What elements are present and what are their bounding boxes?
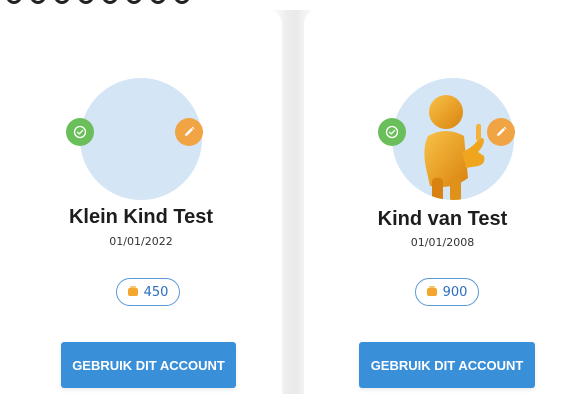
check-icon-glyph	[385, 125, 399, 139]
coin-amount: 900	[442, 284, 468, 300]
pencil-icon-glyph	[185, 126, 195, 136]
account-card-kind-van-test: Kind van Test 01/01/2008 900 GEBRUIK DIT…	[304, 10, 581, 394]
account-birthdate: 01/01/2022	[109, 235, 173, 248]
check-icon	[378, 118, 406, 146]
clipped-glyph	[30, 0, 46, 4]
clipped-glyph	[174, 0, 190, 4]
check-icon	[66, 118, 94, 146]
pencil-icon[interactable]	[487, 118, 515, 146]
account-birthdate: 01/01/2008	[410, 236, 475, 249]
coin-icon	[127, 286, 138, 296]
check-icon-glyph	[73, 125, 87, 139]
clipped-glyph	[78, 0, 94, 4]
clipped-glyph	[126, 0, 142, 4]
pencil-icon-glyph	[497, 126, 507, 136]
account-name: Kind van Test	[377, 208, 508, 230]
coin-icon	[426, 286, 437, 296]
coin-balance: 900	[415, 278, 479, 306]
pencil-icon[interactable]	[175, 118, 203, 146]
coin-balance: 450	[116, 278, 180, 306]
account-name: Klein Kind Test	[68, 206, 214, 228]
clipped-glyph	[102, 0, 118, 4]
coin-amount: 450	[143, 284, 169, 300]
use-account-button[interactable]: GEBRUIK DIT ACCOUNT	[61, 342, 236, 388]
account-card-klein-kind-test: Klein Kind Test 01/01/2022 450 GEBRUIK D…	[0, 10, 282, 394]
clipped-glyph	[54, 0, 70, 4]
use-account-button[interactable]: GEBRUIK DIT ACCOUNT	[359, 342, 535, 388]
clipped-glyph	[150, 0, 166, 4]
clipped-glyph	[6, 0, 22, 4]
